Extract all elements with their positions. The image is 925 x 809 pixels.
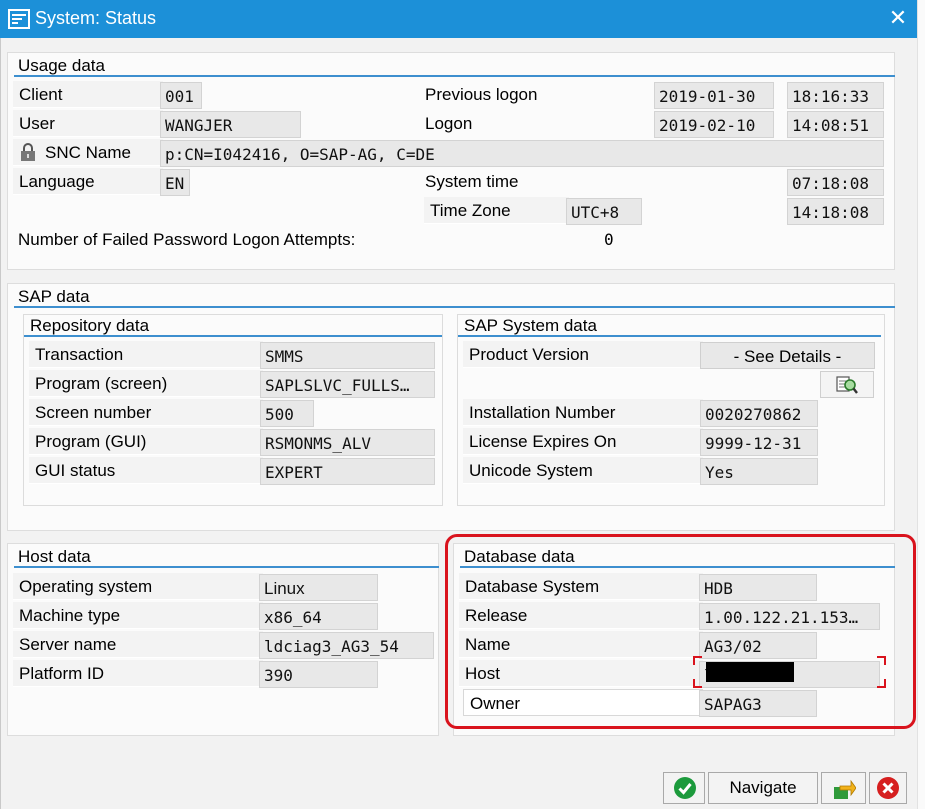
details-search-button[interactable]: [820, 371, 874, 398]
host-field-corner-br: [877, 679, 886, 688]
database-system-label: Database System: [459, 573, 703, 600]
system-time-label: System time: [425, 172, 519, 191]
user-label: User: [13, 110, 163, 137]
license-expires-label: License Expires On: [463, 428, 703, 455]
logon-time-field[interactable]: 14:08:51: [787, 111, 884, 138]
sap-data-group: SAP data Repository data Transaction SMM…: [7, 283, 895, 531]
repository-data-group: Repository data Transaction SMMS Program…: [23, 314, 443, 506]
usage-data-title: Usage data: [14, 55, 895, 77]
sap-system-data-group: SAP System data Product Version - See De…: [457, 314, 885, 506]
server-name-label: Server name: [13, 631, 263, 658]
background-window-edge: [917, 0, 925, 809]
unicode-system-label: Unicode System: [463, 457, 703, 484]
product-version-label: Product Version: [463, 341, 703, 368]
machine-type-field[interactable]: x86_64: [259, 603, 378, 630]
magnifier-details-icon: [836, 376, 858, 394]
sap-system-data-title: SAP System data: [458, 315, 881, 337]
screen-number-label: Screen number: [29, 399, 263, 426]
snc-name-label: SNC Name: [13, 139, 163, 166]
database-host-label: Host: [459, 660, 703, 687]
redaction-block: [706, 662, 794, 682]
continue-button[interactable]: [821, 772, 866, 804]
client-label: Client: [13, 81, 163, 108]
server-name-field[interactable]: ldciag3_AG3_54: [259, 632, 434, 659]
lock-icon: [21, 143, 35, 162]
installation-number-field[interactable]: 0020270862: [700, 400, 818, 427]
system-time-field[interactable]: 07:18:08: [787, 169, 884, 196]
confirm-button[interactable]: [663, 772, 705, 804]
close-icon[interactable]: ✕: [886, 5, 910, 31]
cancel-button[interactable]: [869, 772, 907, 804]
transfer-arrow-icon: [834, 779, 856, 799]
gui-status-field[interactable]: EXPERT: [260, 458, 435, 485]
language-field[interactable]: EN: [160, 169, 190, 196]
host-field-corner-tr: [877, 656, 886, 665]
platform-id-label: Platform ID: [13, 660, 263, 687]
owner-field[interactable]: SAPAG3: [699, 690, 817, 717]
program-screen-field[interactable]: SAPLSLVC_FULLS…: [260, 371, 435, 398]
title-bar: System: Status ✕: [0, 0, 917, 38]
dialog-body: Usage data Client 001 User WANGJER SNC N…: [0, 38, 917, 809]
host-field-corner-bl: [693, 679, 702, 688]
host-field-corner-tl: [693, 656, 702, 665]
release-label: Release: [459, 602, 703, 629]
previous-logon-date-field[interactable]: 2019-01-30: [654, 82, 774, 109]
time-zone-time-field[interactable]: 14:18:08: [787, 198, 884, 225]
language-label: Language: [13, 168, 163, 195]
checkmark-icon: [674, 777, 696, 799]
sap-data-title: SAP data: [14, 286, 895, 308]
host-data-title: Host data: [14, 546, 439, 568]
failed-logon-value: 0: [604, 230, 614, 249]
window-title: System: Status: [35, 8, 157, 28]
repository-data-title: Repository data: [24, 315, 442, 337]
program-gui-label: Program (GUI): [29, 428, 263, 455]
release-field[interactable]: 1.00.122.21.153…: [699, 603, 880, 630]
platform-id-field[interactable]: 390: [259, 661, 378, 688]
installation-number-label: Installation Number: [463, 399, 703, 426]
database-system-field[interactable]: HDB: [699, 574, 817, 601]
program-screen-label: Program (screen): [29, 370, 263, 397]
client-field[interactable]: 001: [160, 82, 202, 109]
screen-number-field[interactable]: 500: [260, 400, 314, 427]
time-zone-label: Time Zone: [424, 197, 569, 224]
unicode-system-field[interactable]: Yes: [700, 458, 818, 485]
operating-system-field[interactable]: Linux: [259, 574, 378, 601]
transaction-label: Transaction: [29, 341, 263, 368]
logon-label: Logon: [425, 114, 473, 133]
program-gui-field[interactable]: RSMONMS_ALV: [260, 429, 435, 456]
logon-date-field[interactable]: 2019-02-10: [654, 111, 774, 138]
see-details-button[interactable]: - See Details -: [700, 342, 875, 369]
database-data-title: Database data: [460, 546, 895, 568]
user-field[interactable]: WANGJER: [160, 111, 301, 138]
previous-logon-time-field[interactable]: 18:16:33: [787, 82, 884, 109]
database-data-group: Database data Database System HDB Releas…: [453, 543, 895, 736]
snc-name-field[interactable]: p:CN=I042416, O=SAP-AG, C=DE: [160, 140, 884, 167]
license-expires-field[interactable]: 9999-12-31: [700, 429, 818, 456]
database-name-field[interactable]: AG3/02: [699, 632, 817, 659]
machine-type-label: Machine type: [13, 602, 263, 629]
gui-status-label: GUI status: [29, 457, 263, 484]
transaction-field[interactable]: SMMS: [260, 342, 435, 369]
host-data-group: Host data Operating system Linux Machine…: [7, 543, 439, 736]
operating-system-label: Operating system: [13, 573, 263, 600]
usage-data-group: Usage data Client 001 User WANGJER SNC N…: [7, 52, 895, 270]
navigate-button[interactable]: Navigate: [708, 772, 818, 804]
cancel-icon: [877, 777, 899, 799]
owner-label: Owner: [463, 689, 703, 716]
previous-logon-label: Previous logon: [425, 85, 538, 104]
failed-logon-label: Number of Failed Password Logon Attempts…: [18, 230, 356, 249]
time-zone-field[interactable]: UTC+8: [566, 198, 642, 225]
snc-name-text: SNC Name: [45, 143, 131, 162]
window-menu-icon[interactable]: [8, 9, 30, 29]
database-name-label: Name: [459, 631, 703, 658]
